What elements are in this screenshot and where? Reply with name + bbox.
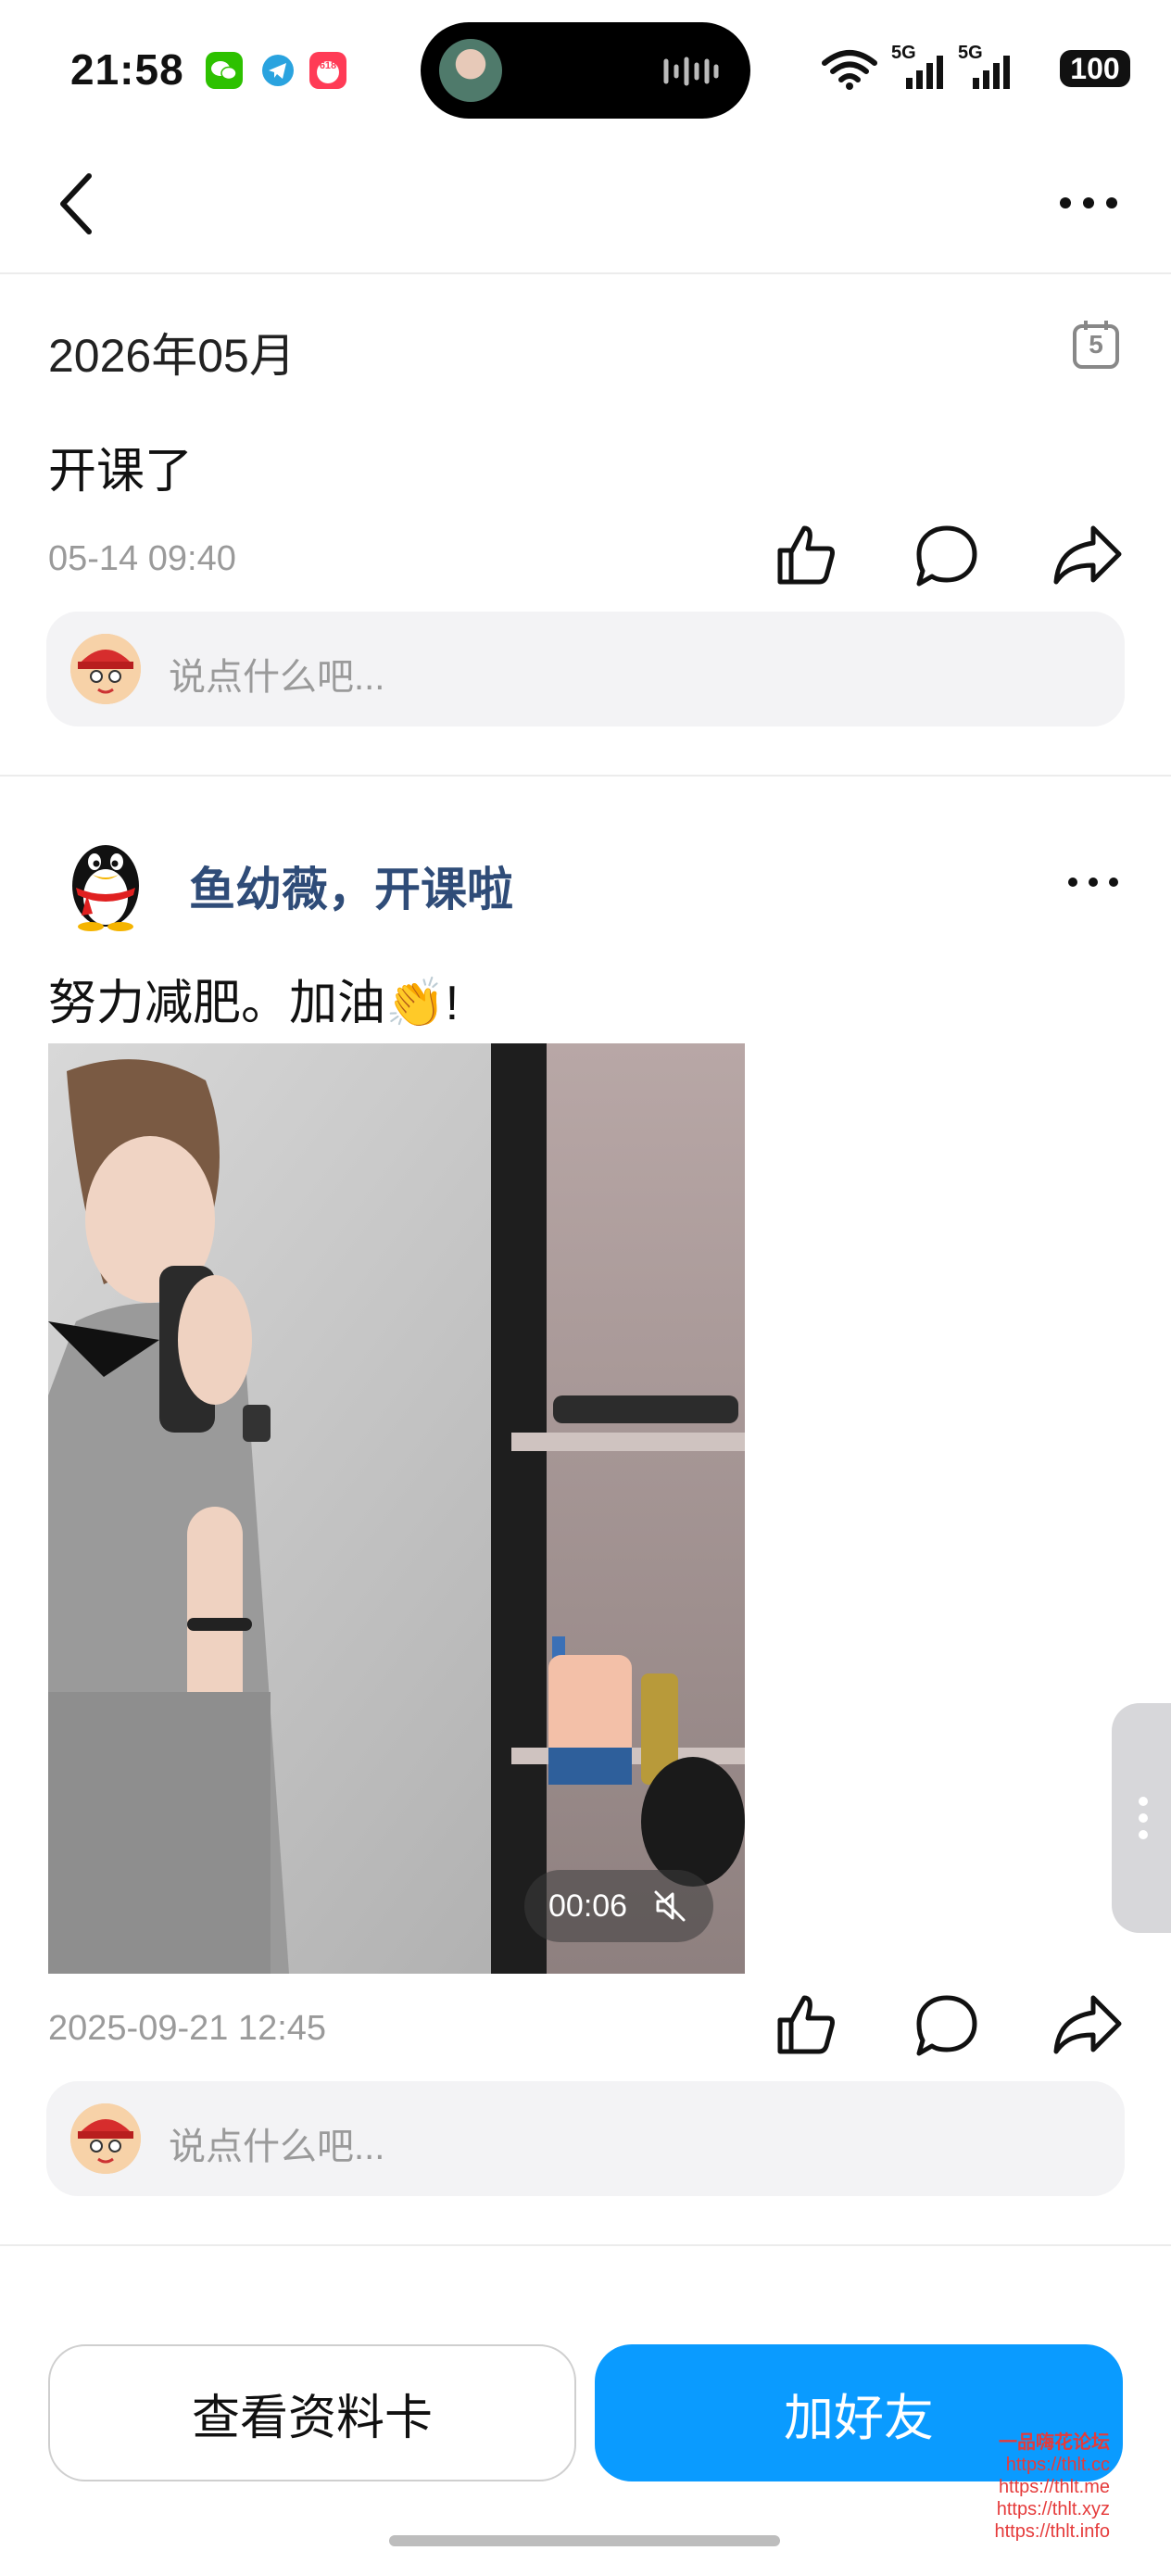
- watermark-link: https://thlt.xyz: [996, 2499, 1110, 2519]
- nav-divider: [0, 272, 1171, 274]
- post-1-share-button[interactable]: [1052, 523, 1123, 589]
- post-2-video-thumbnail[interactable]: [48, 1043, 745, 1974]
- post-divider-1: [0, 775, 1171, 777]
- post-1-like-button[interactable]: [773, 521, 839, 587]
- post-divider-2: [0, 2244, 1171, 2246]
- post-2-time: 2025-09-21 12:45: [48, 2009, 327, 2048]
- wifi-icon: [822, 50, 877, 90]
- comment-placeholder: 说点什么吧...: [169, 657, 385, 698]
- month-title: 2026年05月: [48, 330, 296, 382]
- calendar-day: 5: [1089, 330, 1103, 359]
- island-avatar: [439, 39, 502, 102]
- signal-5g-1: 5G: [891, 43, 949, 93]
- mute-icon[interactable]: [652, 1888, 687, 1924]
- user-avatar: [70, 2103, 141, 2174]
- vertical-dots-icon: [1139, 1797, 1148, 1839]
- post-1-comment-input[interactable]: 说点什么吧...: [46, 612, 1125, 726]
- view-profile-button[interactable]: 查看资料卡: [48, 2344, 576, 2481]
- watermark-link: https://thlt.me: [998, 2477, 1110, 2497]
- telegram-icon: [259, 52, 296, 89]
- post-2-like-button[interactable]: [773, 1990, 839, 2057]
- watermark: 一品嗨花论坛 https://thlt.cc https://thlt.me h…: [994, 2431, 1110, 2543]
- more-options-button[interactable]: [1056, 189, 1121, 217]
- user-avatar: [70, 634, 141, 704]
- author-name[interactable]: 鱼幼薇，开课啦: [189, 852, 513, 919]
- side-drawer-handle[interactable]: [1112, 1703, 1171, 1933]
- post-2-comment-button[interactable]: [913, 1992, 980, 2059]
- qq-avatar-icon[interactable]: [59, 830, 152, 932]
- calendar-button[interactable]: 5: [1071, 319, 1121, 371]
- status-time: 21:58: [70, 45, 184, 94]
- wechat-icon: [206, 52, 243, 89]
- back-button[interactable]: [56, 170, 96, 237]
- watermark-link: https://thlt.info: [994, 2521, 1110, 2542]
- watermark-link: https://thlt.cc: [1005, 2455, 1110, 2475]
- post-2-more-button[interactable]: [1065, 871, 1121, 893]
- 618-app-icon: 618: [309, 52, 346, 89]
- post-2-text: 努力减肥。加油👏!: [48, 977, 460, 1030]
- dynamic-island[interactable]: [421, 22, 750, 119]
- battery-indicator: 100: [1060, 50, 1130, 87]
- svg-text:618: 618: [320, 60, 336, 71]
- video-duration-badge[interactable]: 00:06: [524, 1870, 713, 1942]
- post-1-comment-button[interactable]: [913, 523, 980, 589]
- audio-wave-icon: [663, 57, 719, 86]
- post-2-share-button[interactable]: [1052, 1992, 1123, 2059]
- post-2-comment-input[interactable]: 说点什么吧...: [46, 2081, 1125, 2196]
- home-indicator[interactable]: [389, 2535, 780, 2546]
- comment-placeholder: 说点什么吧...: [169, 2127, 385, 2167]
- watermark-title: 一品嗨花论坛: [999, 2432, 1110, 2453]
- video-duration: 00:06: [548, 1888, 628, 1924]
- signal-5g-2: 5G: [958, 43, 1015, 93]
- post-1-time: 05-14 09:40: [48, 539, 236, 578]
- post-1-text: 开课了: [48, 445, 194, 499]
- mirror-selfie-image: [48, 1043, 745, 1974]
